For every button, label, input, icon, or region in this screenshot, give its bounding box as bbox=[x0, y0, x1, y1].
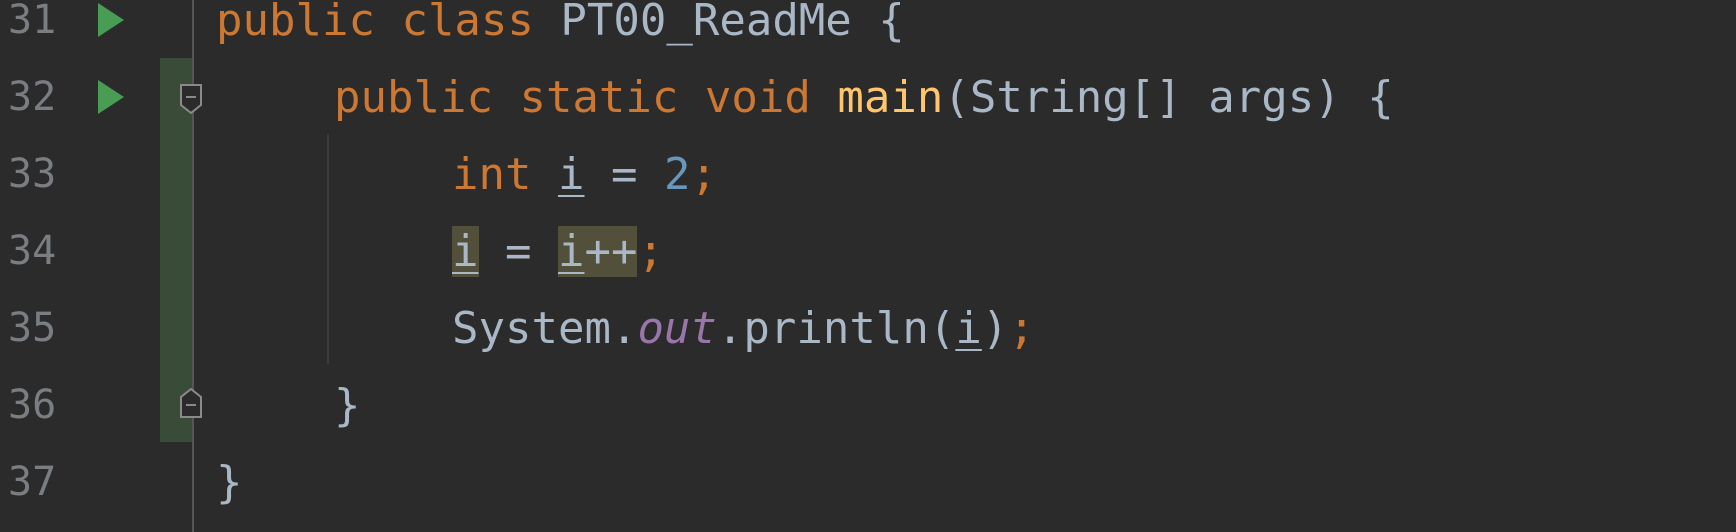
line-number: 33 bbox=[8, 151, 57, 197]
keyword: class bbox=[401, 0, 534, 46]
class-declaration: PT00_ReadMe { bbox=[533, 0, 905, 46]
code-token: ) bbox=[981, 303, 1009, 354]
code-line-34[interactable]: 34 i = i++; bbox=[0, 213, 1736, 290]
method-params: (String[] args) { bbox=[943, 72, 1394, 123]
code-editor[interactable]: 31 public class PT00_ReadMe { 32 public … bbox=[0, 0, 1736, 532]
code-line-33[interactable]: 33 int i = 2; bbox=[0, 136, 1736, 213]
line-number: 36 bbox=[8, 382, 57, 428]
line-number: 35 bbox=[8, 305, 57, 351]
fold-collapse-icon[interactable] bbox=[179, 83, 203, 115]
semicolon: ; bbox=[690, 149, 717, 200]
variable-i-highlighted: i bbox=[452, 226, 479, 277]
line-number: 34 bbox=[8, 228, 57, 274]
variable-i: i bbox=[955, 303, 982, 354]
keyword: public bbox=[216, 0, 375, 46]
code-line-32[interactable]: 32 public static void main(String[] args… bbox=[0, 59, 1736, 136]
code-text[interactable]: public static void main(String[] args) { bbox=[334, 59, 1394, 136]
keyword: void bbox=[704, 72, 811, 123]
closing-brace: } bbox=[216, 457, 243, 508]
static-field: out bbox=[637, 303, 717, 354]
code-token: .println( bbox=[716, 303, 956, 354]
keyword: public bbox=[334, 72, 493, 123]
code-text[interactable]: } bbox=[216, 444, 243, 521]
code-token: System. bbox=[452, 303, 638, 354]
code-text[interactable]: } bbox=[334, 367, 361, 444]
code-text[interactable]: i = i++; bbox=[452, 213, 664, 290]
fold-end-icon[interactable] bbox=[179, 387, 203, 419]
closing-brace: } bbox=[334, 380, 361, 431]
code-text[interactable]: System.out.println(i); bbox=[452, 290, 1035, 367]
code-line-31[interactable]: 31 public class PT00_ReadMe { bbox=[0, 0, 1736, 59]
semicolon: ; bbox=[637, 226, 664, 277]
number-literal: 2 bbox=[663, 149, 691, 200]
variable-i: i bbox=[557, 226, 585, 277]
code-token: = bbox=[478, 226, 558, 277]
code-text[interactable]: int i = 2; bbox=[452, 136, 717, 213]
code-text[interactable]: public class PT00_ReadMe { bbox=[216, 0, 905, 59]
keyword: static bbox=[519, 72, 679, 123]
increment-expression-highlighted: i++ bbox=[557, 226, 638, 277]
line-number: 32 bbox=[8, 74, 57, 120]
line-number: 37 bbox=[8, 459, 57, 505]
code-line-36[interactable]: 36 } bbox=[0, 367, 1736, 444]
code-line-35[interactable]: 35 System.out.println(i); bbox=[0, 290, 1736, 367]
semicolon: ; bbox=[1008, 303, 1035, 354]
code-token: = bbox=[584, 149, 664, 200]
method-name: main bbox=[837, 72, 944, 123]
run-class-icon[interactable] bbox=[98, 3, 124, 37]
keyword: int bbox=[452, 149, 532, 200]
line-number: 31 bbox=[8, 0, 57, 43]
code-line-37[interactable]: 37 } bbox=[0, 444, 1736, 521]
variable-i: i bbox=[557, 149, 585, 200]
run-main-icon[interactable] bbox=[98, 80, 124, 114]
code-token: ++ bbox=[584, 226, 638, 277]
